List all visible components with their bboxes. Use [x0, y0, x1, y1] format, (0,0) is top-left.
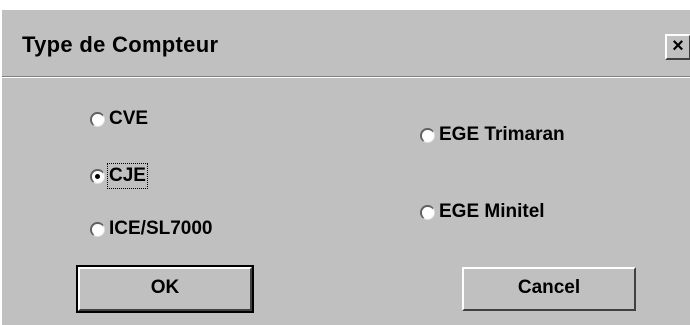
radio-selected-icon [90, 168, 105, 184]
radio-unselected-icon [420, 204, 435, 220]
radio-label-cve: CVE [109, 108, 149, 129]
radio-label-cje: CJE [107, 163, 148, 189]
radio-unselected-icon [420, 127, 435, 143]
radio-label-ice-sl7000: ICE/SL7000 [109, 218, 213, 239]
radio-ege-minitel[interactable]: EGE Minitel [420, 201, 545, 223]
close-button[interactable]: × [665, 34, 690, 60]
radio-ice-sl7000[interactable]: ICE/SL7000 [90, 218, 213, 240]
radio-label-ege-minitel: EGE Minitel [439, 201, 545, 222]
cancel-button[interactable]: Cancel [462, 267, 636, 311]
radio-label-ege-trimaran: EGE Trimaran [439, 124, 565, 145]
close-icon: × [672, 35, 684, 57]
radio-ege-trimaran[interactable]: EGE Trimaran [420, 124, 565, 146]
ok-button[interactable]: OK [76, 265, 254, 313]
dialog-title: Type de Compteur [22, 32, 219, 57]
radio-cve[interactable]: CVE [90, 108, 148, 130]
radio-unselected-icon [90, 221, 105, 237]
title-separator [2, 76, 690, 78]
dialog-titlebar: Type de Compteur × [2, 10, 690, 74]
radio-cje[interactable]: CJE [90, 163, 148, 189]
meter-type-dialog: Type de Compteur × CVE CJE ICE/SL7000 EG… [0, 8, 690, 325]
radio-unselected-icon [90, 111, 105, 127]
